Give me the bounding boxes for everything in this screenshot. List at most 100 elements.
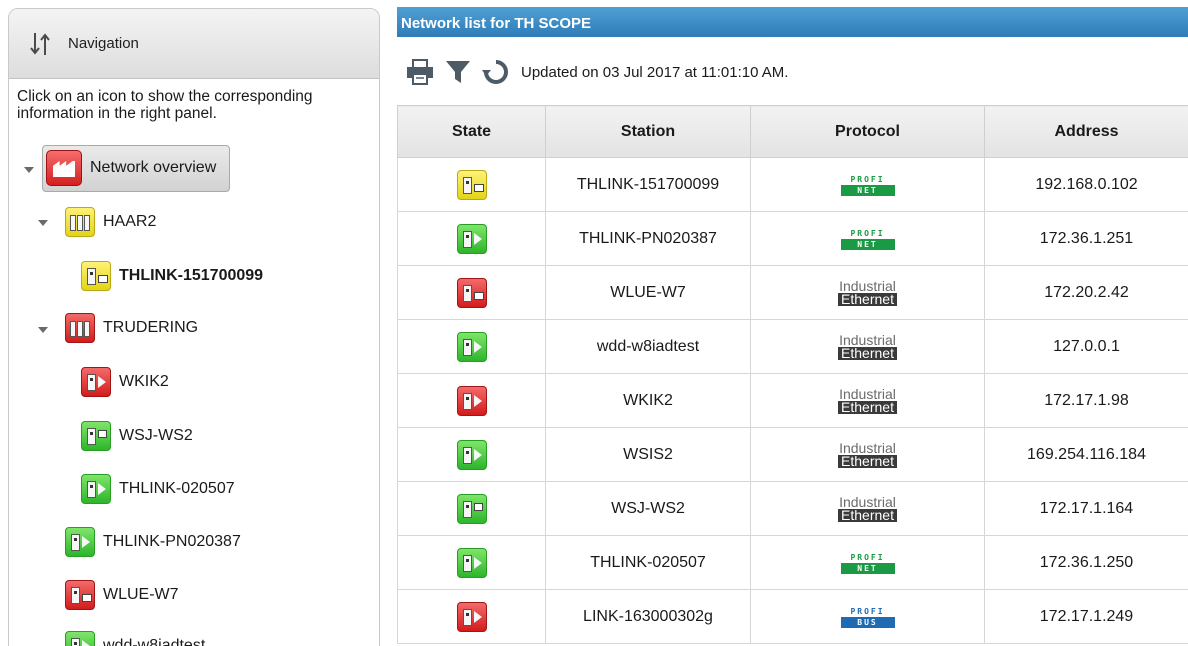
protocol-cell: Industrial Ethernet [750,427,985,482]
group-status-icon [65,313,95,343]
station-cell: WSIS2 [545,427,751,482]
profinet-logo: PROFI NET [840,227,895,250]
network-table: State Station Protocol Address THLINK-15… [397,105,1188,644]
table-row[interactable]: WLUE-W7 Industrial Ethernet 172.20.2.42 [397,265,1188,320]
profibus-logo: PROFI BUS [840,605,895,628]
collapse-arrow-icon[interactable] [38,327,48,333]
table-row[interactable]: WSIS2 Industrial Ethernet 169.254.116.184 [397,427,1188,482]
navigation-header: Navigation [9,9,379,79]
ok-status-icon [65,631,95,646]
protocol-cell: PROFI BUS [750,589,985,644]
address-cell: 172.36.1.250 [984,535,1188,590]
industrial-ethernet-logo: Industrial Ethernet [838,331,897,361]
state-cell [397,319,546,374]
filter-icon[interactable] [443,58,473,86]
network-overview-label: Network overview [90,159,217,176]
industrial-ethernet-logo: Industrial Ethernet [838,493,897,523]
navigation-title: Navigation [68,35,139,52]
column-header-state[interactable]: State [397,105,546,158]
state-cell [397,373,546,428]
state-cell [397,589,546,644]
protocol-cell: Industrial Ethernet [750,265,985,320]
state-cell [397,265,546,320]
station-cell: WSJ-WS2 [545,481,751,536]
refresh-icon[interactable] [481,58,511,86]
station-cell: LINK-163000302g [545,589,751,644]
column-header-station[interactable]: Station [545,105,751,158]
tree-item-wsj-ws2[interactable]: WSJ-WS2 [81,418,193,454]
network-overview-item[interactable]: Network overview [46,150,216,186]
table-row[interactable]: THLINK-PN020387 PROFI NET 172.36.1.251 [397,211,1188,266]
error-status-icon [81,367,111,397]
table-row[interactable]: THLINK-151700099 PROFI NET 192.168.0.102 [397,157,1188,212]
tree-item-thlink-020507[interactable]: THLINK-020507 [81,471,235,507]
address-cell: 172.17.1.98 [984,373,1188,428]
tree-item-wdd-w8iadtest[interactable]: wdd-w8iadtest [65,628,205,646]
protocol-cell: Industrial Ethernet [750,319,985,374]
collapse-arrow-icon[interactable] [24,167,34,173]
table-row[interactable]: THLINK-020507 PROFI NET 172.36.1.250 [397,535,1188,590]
ok-status-icon [456,223,487,254]
station-cell: THLINK-151700099 [545,157,751,212]
warning-status-icon [456,169,487,200]
station-cell: THLINK-PN020387 [545,211,751,266]
tree-item-label: WSJ-WS2 [119,427,193,444]
address-cell: 127.0.0.1 [984,319,1188,374]
protocol-cell: Industrial Ethernet [750,373,985,428]
state-cell [397,157,546,212]
table-row[interactable]: WKIK2 Industrial Ethernet 172.17.1.98 [397,373,1188,428]
column-header-protocol[interactable]: Protocol [750,105,985,158]
address-cell: 172.17.1.164 [984,481,1188,536]
protocol-cell: PROFI NET [750,211,985,266]
address-cell: 192.168.0.102 [984,157,1188,212]
print-icon[interactable] [405,58,435,86]
industrial-ethernet-logo: Industrial Ethernet [838,385,897,415]
profinet-logo: PROFI NET [840,551,895,574]
tree-item-label: THLINK-020507 [119,480,235,497]
state-cell [397,427,546,482]
error-status-icon [65,580,95,610]
address-cell: 169.254.116.184 [984,427,1188,482]
warning-status-icon [81,261,111,291]
toolbar: Updated on 03 Jul 2017 at 11:01:10 AM. [405,57,788,87]
ok-status-icon [81,421,111,451]
tree-item-label: THLINK-151700099 [119,267,264,284]
group-status-icon [65,207,95,237]
ok-status-icon [456,547,487,578]
profinet-logo: PROFI NET [840,173,895,196]
station-cell: WKIK2 [545,373,751,428]
ok-status-icon [81,474,111,504]
table-row[interactable]: wdd-w8iadtest Industrial Ethernet 127.0.0… [397,319,1188,374]
station-cell: wdd-w8iadtest [545,319,751,374]
table-row[interactable]: WSJ-WS2 Industrial Ethernet 172.17.1.164 [397,481,1188,536]
table-row[interactable]: LINK-163000302g PROFI BUS 172.17.1.249 [397,589,1188,644]
protocol-cell: PROFI NET [750,157,985,212]
last-updated-text: Updated on 03 Jul 2017 at 11:01:10 AM. [521,63,789,81]
sort-icon[interactable] [29,31,51,57]
error-status-icon [456,601,487,632]
tree-item-wlue-w7[interactable]: WLUE-W7 [65,577,179,613]
tree-item-thlink-151700099[interactable]: THLINK-151700099 [81,258,263,294]
error-status-icon [456,277,487,308]
tree-group-label: TRUDERING [103,319,199,336]
address-cell: 172.20.2.42 [984,265,1188,320]
factory-icon [46,150,82,186]
collapse-arrow-icon[interactable] [38,220,48,226]
tree-item-thlink-pn020387[interactable]: THLINK-PN020387 [65,524,241,560]
column-header-address[interactable]: Address [984,105,1188,158]
panel-title: Network list for TH SCOPE [401,15,592,32]
tree-group-haar2[interactable]: HAAR2 [65,204,156,240]
state-cell [397,535,546,590]
tree-item-wkik2[interactable]: WKIK2 [81,364,169,400]
tree-group-trudering[interactable]: TRUDERING [65,310,198,346]
state-cell [397,481,546,536]
tree-item-label: wdd-w8iadtest [103,637,206,646]
tree-group-label: HAAR2 [103,213,157,230]
address-cell: 172.17.1.249 [984,589,1188,644]
ok-status-icon [456,493,487,524]
station-cell: THLINK-020507 [545,535,751,590]
navigation-help-text: Click on an icon to show the correspondi… [17,88,313,122]
tree-item-label: WLUE-W7 [103,586,179,603]
ok-status-icon [456,331,487,362]
tree-item-label: THLINK-PN020387 [103,533,241,550]
